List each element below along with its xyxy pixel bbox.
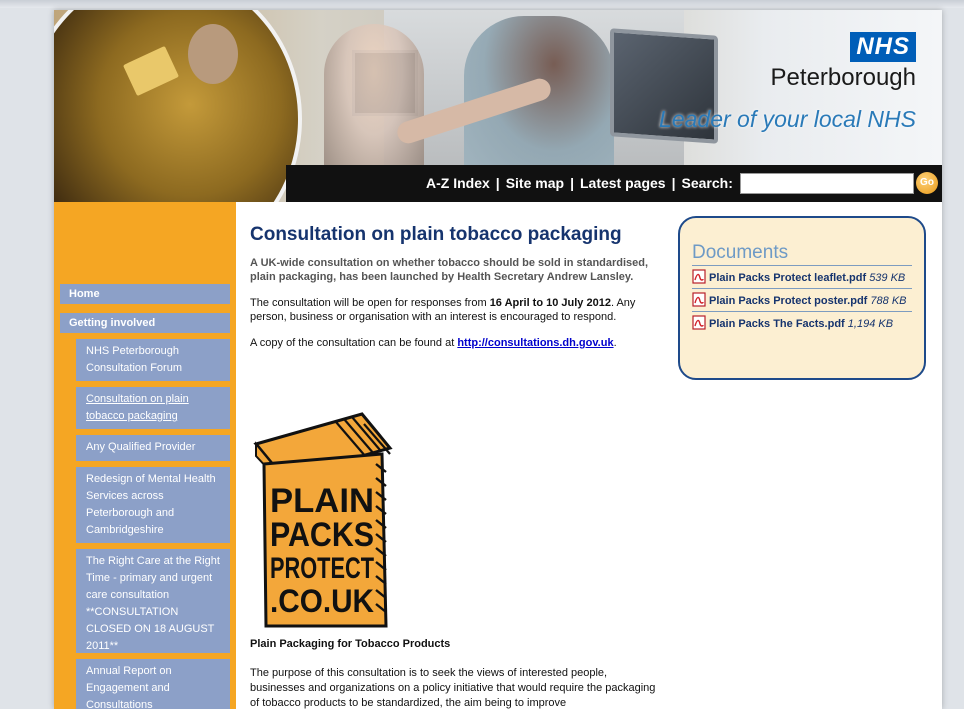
dates-bold: 16 April to 10 July 2012 <box>489 297 611 309</box>
document-item: Plain Packs Protect poster.pdf 788 KB <box>692 292 912 308</box>
document-item: Plain Packs The Facts.pdf 1,194 KB <box>692 315 912 331</box>
document-size: 1,194 KB <box>847 318 894 330</box>
main-content: Consultation on plain tobacco packaging … <box>250 224 660 362</box>
pdf-icon <box>692 292 706 307</box>
dates-paragraph: The consultation will be open for respon… <box>250 296 660 324</box>
document-link[interactable]: Plain Packs Protect leaflet.pdf <box>709 272 866 284</box>
documents-divider <box>692 265 912 266</box>
document-item: Plain Packs Protect leaflet.pdf 539 KB <box>692 269 912 285</box>
sidebar-item-consultation-forum[interactable]: NHS Peterborough Consultation Forum <box>76 339 230 381</box>
nav-latest-pages-link[interactable]: Latest pages <box>580 175 666 191</box>
page-container: NHS Peterborough Leader of your local NH… <box>54 10 942 709</box>
copy-text-b: . <box>613 337 617 349</box>
tagline: Leader of your local NHS <box>659 106 916 132</box>
sidebar-item-mental-health[interactable]: Redesign of Mental Health Services acros… <box>76 467 230 543</box>
sidebar-item-home[interactable]: Home <box>60 284 230 304</box>
sidebar-item-annual-report[interactable]: Annual Report on Engagement and Consulta… <box>76 659 230 709</box>
sidebar-item-label: Annual Report on Engagement and Consulta… <box>86 665 172 709</box>
body-paragraph: The purpose of this consultation is to s… <box>250 667 656 709</box>
sidebar-item-label: NHS Peterborough Consultation Forum <box>86 345 182 374</box>
page-title: Consultation on plain tobacco packaging <box>250 224 622 245</box>
copy-text-a: A copy of the consultation can be found … <box>250 337 458 349</box>
lead-paragraph: A UK-wide consultation on whether tobacc… <box>250 257 649 283</box>
poster-line-2: PACKS <box>270 516 374 554</box>
poster-line-1: PLAIN <box>270 482 374 520</box>
header-banner: NHS Peterborough Leader of your local NH… <box>54 10 942 202</box>
browser-top-strip <box>0 0 964 8</box>
top-navbar: A-Z Index | Site map | Latest pages | Search: … <box>286 165 942 202</box>
pdf-icon <box>692 315 706 330</box>
document-size: 539 KB <box>869 272 906 284</box>
search-label: Search: <box>681 175 733 191</box>
document-link[interactable]: Plain Packs The Facts.pdf <box>709 318 845 330</box>
copy-paragraph: A copy of the consultation can be found … <box>250 336 660 350</box>
sidebar-item-label: The Right Care at the Right Time - prima… <box>86 555 220 652</box>
nav-links: A-Z Index | Site map | Latest pages | Search: <box>426 175 733 191</box>
org-name: Peterborough <box>770 64 916 91</box>
poster-line-3: PROTECT <box>270 552 374 585</box>
sidebar-item-right-care[interactable]: The Right Care at the Right Time - prima… <box>76 549 230 653</box>
sidebar-item-any-qualified-provider[interactable]: Any Qualified Provider <box>76 435 230 461</box>
circle-photo-person <box>188 24 238 84</box>
nav-separator: | <box>671 175 676 191</box>
poster-line-4: .CO.UK <box>270 583 374 619</box>
nav-separator: | <box>495 175 500 191</box>
nav-site-map-link[interactable]: Site map <box>506 175 564 191</box>
circle-photo-book <box>122 45 180 97</box>
sidebar-item-plain-tobacco[interactable]: Consultation on plain tobacco packaging <box>76 387 230 429</box>
document-size: 788 KB <box>870 295 907 307</box>
sidebar-item-label: Redesign of Mental Health Services acros… <box>86 473 216 536</box>
documents-divider <box>692 311 912 312</box>
documents-title: Documents <box>692 242 789 263</box>
sidebar-item-label: Getting involved <box>69 317 156 329</box>
sidebar: Home Getting involved NHS Peterborough C… <box>54 202 236 709</box>
document-link[interactable]: Plain Packs Protect poster.pdf <box>709 295 867 307</box>
section-subheading: Plain Packaging for Tobacco Products <box>250 638 451 650</box>
sidebar-item-label: Home <box>69 288 100 300</box>
dates-text-a: The consultation will be open for respon… <box>250 297 490 309</box>
nhs-logo[interactable]: NHS <box>850 32 916 62</box>
header-photo-nurse <box>324 24 424 184</box>
plain-packs-poster-image: PLAIN PACKS PROTECT .CO.UK <box>253 412 393 628</box>
header-circle-photo <box>54 10 302 202</box>
documents-box: Documents Plain Packs Protect leaflet.pd… <box>678 216 926 380</box>
sidebar-item-getting-involved[interactable]: Getting involved <box>60 313 230 333</box>
consultation-link[interactable]: http://consultations.dh.gov.uk <box>457 337 613 349</box>
search-go-button[interactable]: Go <box>916 172 938 194</box>
documents-divider <box>692 288 912 289</box>
nav-separator: | <box>570 175 574 191</box>
pdf-icon <box>692 269 706 284</box>
search-input[interactable] <box>740 173 914 194</box>
nav-az-index-link[interactable]: A-Z Index <box>426 175 490 191</box>
sidebar-item-label: Consultation on plain tobacco packaging <box>86 393 189 422</box>
sidebar-item-label: Any Qualified Provider <box>86 441 196 453</box>
